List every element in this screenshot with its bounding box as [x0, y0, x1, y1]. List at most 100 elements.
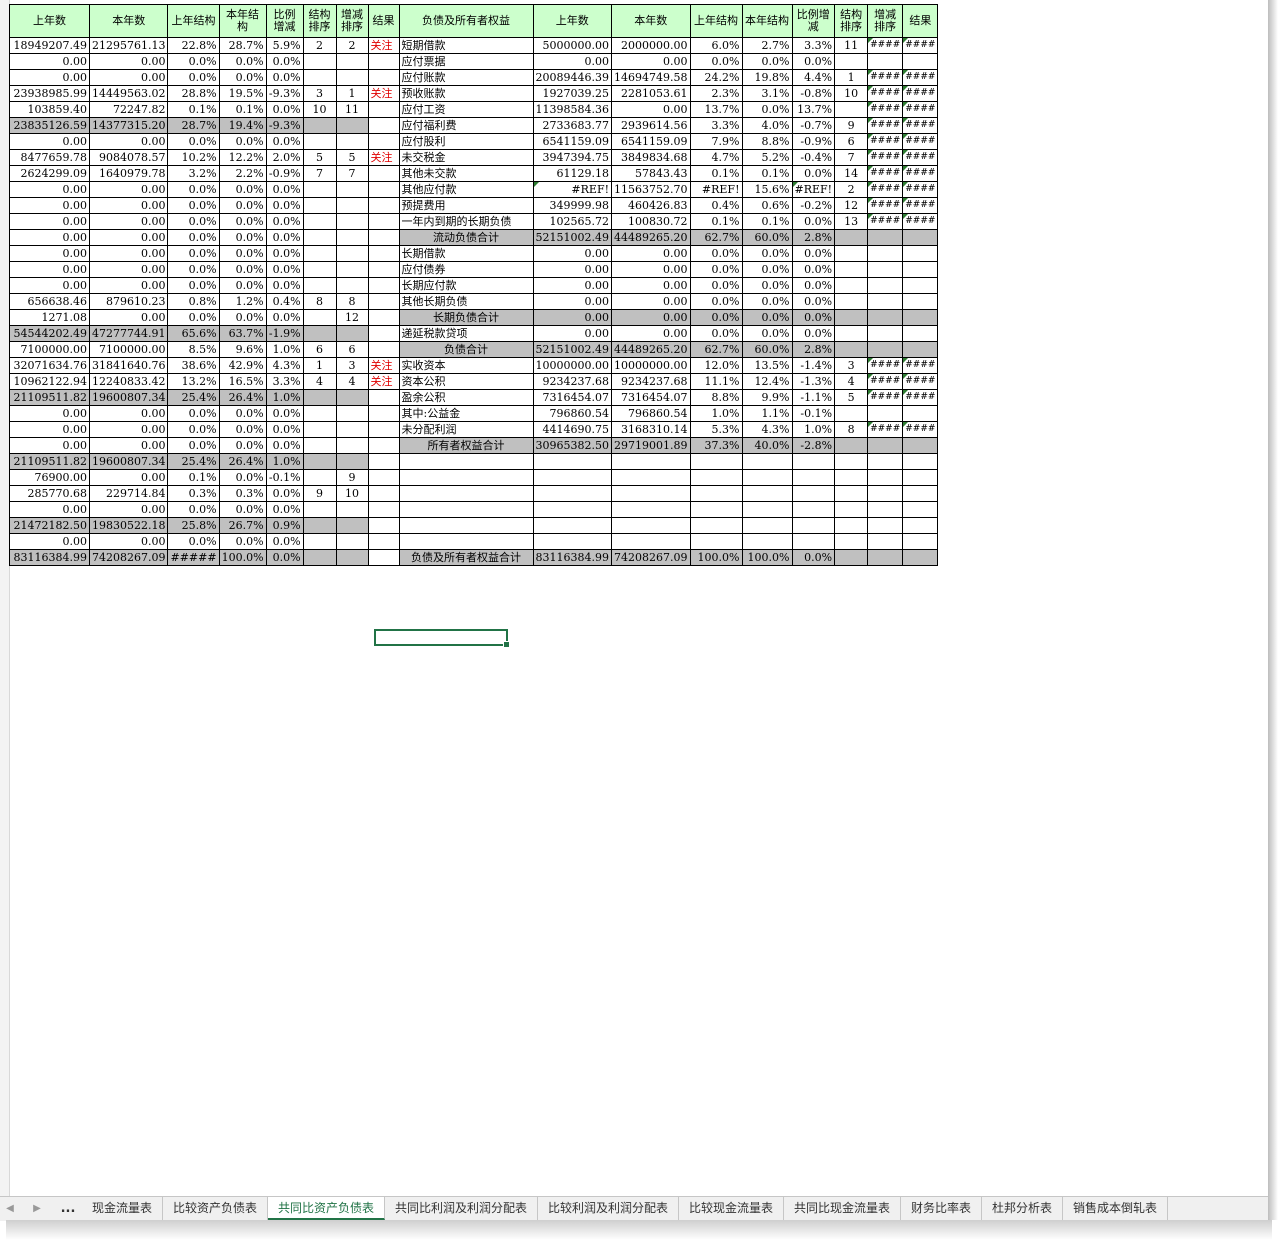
cell[interactable]: 0.0%	[218, 421, 267, 438]
cell[interactable]: 0.00	[611, 293, 691, 310]
cell[interactable]	[335, 245, 369, 262]
cell[interactable]: 0.00	[9, 277, 90, 294]
cell[interactable]: 0.00	[9, 181, 90, 198]
cell[interactable]: 0.0%	[791, 549, 836, 566]
cell[interactable]: 2	[335, 37, 369, 54]
cell[interactable]: ####	[902, 133, 939, 150]
cell[interactable]	[689, 501, 743, 518]
cell[interactable]	[741, 469, 793, 486]
cell[interactable]	[532, 533, 613, 550]
item-label[interactable]: 短期借款	[398, 37, 534, 54]
cell[interactable]	[791, 501, 836, 518]
cell[interactable]	[532, 501, 613, 518]
header-cell[interactable]: 比例增减	[265, 4, 304, 38]
cell[interactable]	[532, 469, 613, 486]
cell[interactable]: 103859.40	[9, 101, 90, 118]
cell[interactable]: 0.0%	[689, 309, 743, 326]
cell[interactable]	[834, 277, 869, 294]
cell[interactable]	[302, 181, 337, 198]
cell[interactable]: 0.00	[532, 53, 613, 70]
cell[interactable]: 2.7%	[741, 37, 793, 54]
cell[interactable]: 0.0%	[741, 245, 793, 262]
cell[interactable]: 0.0%	[167, 245, 220, 262]
cell[interactable]: ####	[867, 421, 904, 438]
cell[interactable]: ####	[902, 85, 939, 102]
cell[interactable]: 7316454.07	[532, 389, 613, 406]
item-label[interactable]: 盈余公积	[398, 389, 534, 406]
cell[interactable]: 1.0%	[265, 453, 304, 470]
cell[interactable]: 0.00	[88, 501, 169, 518]
header-cell[interactable]: 本年数	[88, 4, 169, 38]
cell[interactable]	[867, 229, 904, 246]
cell[interactable]: 0.0%	[218, 213, 267, 230]
attention-mark[interactable]	[367, 133, 400, 150]
attention-mark[interactable]	[367, 245, 400, 262]
cell[interactable]: 19600807.34	[88, 389, 169, 406]
cell[interactable]: 4.7%	[689, 149, 743, 166]
cell[interactable]: 1	[335, 85, 369, 102]
cell[interactable]: 0.00	[88, 69, 169, 86]
cell[interactable]	[335, 389, 369, 406]
cell[interactable]	[791, 485, 836, 502]
cell[interactable]: #REF!	[532, 181, 613, 198]
cell[interactable]: #####	[167, 549, 220, 566]
attention-mark[interactable]	[367, 165, 400, 182]
header-cell[interactable]: 增减排序	[867, 4, 904, 38]
cell[interactable]: 8.5%	[167, 341, 220, 358]
cell[interactable]: 0.1%	[167, 101, 220, 118]
cell[interactable]	[335, 69, 369, 86]
cell[interactable]: -1.9%	[265, 325, 304, 342]
cell[interactable]: ####	[867, 357, 904, 374]
cell[interactable]: 0.00	[88, 133, 169, 150]
item-label[interactable]	[398, 485, 534, 502]
cell[interactable]	[302, 117, 337, 134]
cell[interactable]: 25.8%	[167, 517, 220, 534]
item-label[interactable]: 其他未交款	[398, 165, 534, 182]
cell[interactable]	[834, 501, 869, 518]
cell[interactable]: ####	[902, 69, 939, 86]
cell[interactable]: ####	[902, 165, 939, 182]
cell[interactable]: 19830522.18	[88, 517, 169, 534]
cell[interactable]: ####	[902, 373, 939, 390]
cell[interactable]: ####	[902, 101, 939, 118]
active-cell-selection[interactable]	[374, 629, 510, 648]
cell[interactable]	[302, 213, 337, 230]
cell[interactable]	[834, 485, 869, 502]
cell[interactable]: 0.00	[532, 325, 613, 342]
cell[interactable]: 1927039.25	[532, 85, 613, 102]
cell[interactable]: 0.00	[611, 261, 691, 278]
cell[interactable]	[867, 261, 904, 278]
cell[interactable]	[302, 501, 337, 518]
cell[interactable]: 0.00	[611, 245, 691, 262]
cell[interactable]: 0.0%	[218, 437, 267, 454]
cell[interactable]: 20089446.39	[532, 69, 613, 86]
cell[interactable]: 0.0%	[167, 405, 220, 422]
cell[interactable]: 3.3%	[265, 373, 304, 390]
cell[interactable]: 3.3%	[791, 37, 836, 54]
cell[interactable]	[335, 517, 369, 534]
item-label[interactable]: 预收账款	[398, 85, 534, 102]
item-label[interactable]: 应付账款	[398, 69, 534, 86]
cell[interactable]	[611, 469, 691, 486]
cell[interactable]: 0.00	[88, 277, 169, 294]
cell[interactable]: 8	[335, 293, 369, 310]
cell[interactable]: ####	[867, 101, 904, 118]
cell[interactable]	[689, 517, 743, 534]
cell[interactable]: 0.00	[532, 309, 613, 326]
header-cell[interactable]: 增减排序	[335, 4, 369, 38]
cell[interactable]: 0.1%	[218, 101, 267, 118]
cell[interactable]: 0.00	[532, 245, 613, 262]
cell[interactable]: 0.0%	[791, 325, 836, 342]
attention-mark[interactable]: 关注	[367, 37, 400, 54]
cell[interactable]: 0.0%	[265, 197, 304, 214]
cell[interactable]: 0.0%	[265, 245, 304, 262]
cell[interactable]: 0.0%	[167, 229, 220, 246]
cell[interactable]: 23938985.99	[9, 85, 90, 102]
cell[interactable]: 0.0%	[218, 405, 267, 422]
cell[interactable]: 5.2%	[741, 149, 793, 166]
cell[interactable]: 0.00	[88, 213, 169, 230]
cell[interactable]	[902, 549, 939, 566]
item-label[interactable]: 应付股利	[398, 133, 534, 150]
cell[interactable]: 4	[834, 373, 869, 390]
item-label[interactable]	[398, 469, 534, 486]
